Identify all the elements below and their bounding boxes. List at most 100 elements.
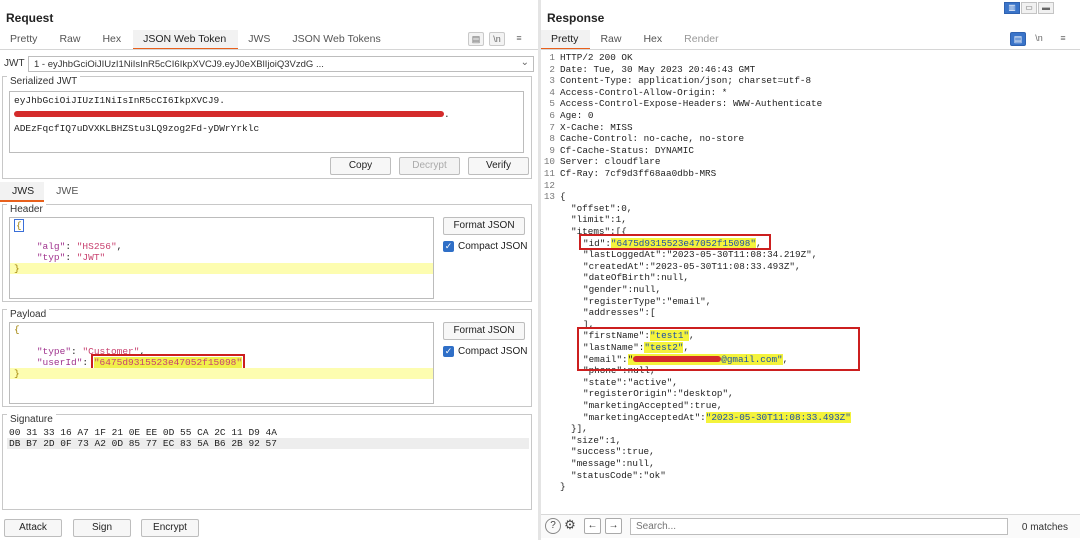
newline-icon[interactable]: \n	[1031, 32, 1047, 46]
horizontal-view-icon[interactable]: ▭	[1021, 2, 1037, 14]
json-line: "state":"active",	[583, 376, 678, 388]
back-arrow-icon[interactable]: ←	[584, 518, 601, 534]
pretty-print-icon[interactable]: ▤	[1010, 32, 1026, 46]
json-key-id: "id":	[583, 237, 611, 249]
header-panel: Header { "alg": "HS256", "typ": "JWT" } …	[2, 204, 532, 302]
sign-button[interactable]: Sign	[73, 519, 131, 537]
compact-json-label: Compact JSON	[458, 346, 528, 357]
jwt-select[interactable]: 1 - eyJhbGciOiJIUzI1NiIsInR5cCI6IkpXVCJ9…	[28, 56, 534, 72]
typ-value: "JWT"	[76, 252, 106, 263]
payload-compact-json-checkbox[interactable]: ✓ Compact JSON	[443, 346, 527, 357]
tab-raw[interactable]: Raw	[49, 30, 92, 50]
typ-key: "typ"	[36, 252, 66, 263]
response-header-line: X-Cache: MISS	[560, 121, 633, 133]
response-header-line: Access-Control-Expose-Headers: WWW-Authe…	[560, 98, 823, 110]
jwt-select-value: 1 - eyJhbGciOiJIUzI1NiIsInR5cCI6IkpXVCJ9…	[34, 59, 324, 70]
layout-icon[interactable]: ▤	[468, 32, 484, 46]
search-input[interactable]	[630, 518, 1008, 535]
response-header-line: Content-Type: application/json; charset=…	[560, 75, 812, 87]
menu-icon[interactable]: ≡	[1055, 32, 1071, 46]
gear-icon[interactable]: ⚙	[562, 518, 578, 534]
payload-editor[interactable]: { "type": "Customer", "userId": "6475d93…	[9, 322, 434, 404]
response-header-line: Cache-Control: no-cache, no-store	[560, 133, 745, 145]
signature-hex-view[interactable]: 00 31 33 16 A7 1F 21 0E EE 0D 55 CA 2C 1…	[7, 427, 529, 449]
response-tabs: Pretty Raw Hex Render	[541, 30, 731, 50]
json-line: "registerType":"email",	[583, 295, 712, 307]
signature-panel: Signature 00 31 33 16 A7 1F 21 0E EE 0D …	[2, 414, 532, 510]
json-brace: }	[560, 481, 566, 493]
tab-raw[interactable]: Raw	[590, 30, 633, 50]
response-title: Response	[547, 11, 605, 25]
json-line: "registerOrigin":"desktop",	[583, 388, 734, 400]
tab-jwe[interactable]: JWE	[44, 182, 88, 202]
serialized-jwt-legend: Serialized JWT	[7, 76, 81, 87]
json-line: "size":1,	[571, 434, 622, 446]
header-compact-json-checkbox[interactable]: ✓ Compact JSON	[443, 241, 527, 252]
alg-value: "HS256"	[76, 241, 117, 252]
json-line: "items":[{	[571, 226, 627, 237]
split-view-icon[interactable]: ▥	[1004, 2, 1020, 14]
decrypt-button[interactable]: Decrypt	[399, 157, 460, 175]
serialized-line-2-redacted: .	[14, 108, 519, 122]
header-editor[interactable]: { "alg": "HS256", "typ": "JWT" }	[9, 217, 434, 299]
tab-pretty[interactable]: Pretty	[0, 30, 49, 50]
help-icon[interactable]: ?	[545, 518, 561, 534]
single-view-icon[interactable]: ▬	[1038, 2, 1054, 14]
jws-jwe-tabs: JWS JWE	[0, 182, 88, 202]
json-line: "message":null,	[571, 458, 655, 469]
response-header-line: Cf-Ray: 7cf9d3ff68aa0dbb-MRS	[560, 168, 717, 179]
userid-key: "userId"	[36, 357, 83, 368]
json-line: }],	[571, 423, 588, 435]
json-value-firstname: "test1"	[649, 330, 690, 342]
match-count: 0 matches	[1021, 522, 1068, 533]
json-key-email: "email":	[583, 353, 628, 365]
payload-format-json-button[interactable]: Format JSON	[443, 322, 525, 340]
header-legend: Header	[7, 204, 46, 215]
tab-json-web-token[interactable]: JSON Web Token	[133, 30, 239, 50]
copy-button[interactable]: Copy	[330, 157, 391, 175]
compact-json-label: Compact JSON	[458, 241, 528, 252]
request-title: Request	[6, 11, 54, 25]
response-header-line: Access-Control-Allow-Origin: *	[560, 86, 728, 98]
serialized-jwt-panel: Serialized JWT eyJhbGciOiJIUzI1NiIsInR5c…	[2, 76, 532, 179]
request-pane: Request Pretty Raw Hex JSON Web Token JW…	[0, 0, 538, 540]
response-header-line: Server: cloudflare	[560, 156, 661, 168]
tab-hex[interactable]: Hex	[92, 30, 133, 50]
request-tabs: Pretty Raw Hex JSON Web Token JWS JSON W…	[0, 30, 393, 50]
tab-json-web-tokens[interactable]: JSON Web Tokens	[282, 30, 392, 50]
serialized-jwt-textarea[interactable]: eyJhbGciOiJIUzI1NiIsInR5cCI6IkpXVCJ9. . …	[9, 91, 524, 153]
type-key: "type"	[36, 346, 72, 357]
redaction-mark	[14, 111, 444, 118]
signature-legend: Signature	[7, 414, 56, 425]
tab-jws-detail[interactable]: JWS	[0, 182, 45, 202]
tab-hex[interactable]: Hex	[633, 30, 674, 50]
header-format-json-button[interactable]: Format JSON	[443, 217, 525, 235]
menu-icon[interactable]: ≡	[511, 32, 527, 46]
json-line: "dateOfBirth":null,	[583, 272, 690, 284]
json-line: "marketingAccepted":true,	[583, 400, 723, 411]
forward-arrow-icon[interactable]: →	[605, 518, 622, 534]
response-body[interactable]: 1 HTTP/2 200 OK 2 Date: Tue, 30 May 2023 2…	[541, 50, 1080, 512]
verify-button[interactable]: Verify	[468, 157, 529, 175]
json-line: "addresses":[	[583, 307, 656, 319]
tab-pretty[interactable]: Pretty	[541, 30, 591, 50]
json-value-email: @gmail.com"	[721, 353, 783, 365]
divider	[0, 49, 538, 50]
checkbox-checked-icon: ✓	[443, 346, 454, 357]
json-value-id: "6475d9315523e47052f15098"	[610, 237, 756, 249]
attack-button[interactable]: Attack	[4, 519, 62, 537]
search-bar: ? ⚙ ← → 0 matches	[541, 514, 1080, 538]
signature-row: 00 31 33 16 A7 1F 21 0E EE 0D 55 CA 2C 1…	[9, 427, 277, 438]
encrypt-button[interactable]: Encrypt	[141, 519, 199, 537]
tab-render[interactable]: Render	[674, 30, 730, 50]
jwt-label: JWT	[4, 58, 25, 69]
newline-icon[interactable]: \n	[489, 32, 505, 46]
chevron-down-icon: ⌄	[520, 57, 529, 68]
json-key-lastname: "lastName":	[583, 342, 645, 353]
view-layout-toggle: ▥ ▭ ▬	[1003, 2, 1054, 14]
json-value-lastname: "test2"	[644, 342, 684, 353]
redaction-mark	[633, 356, 722, 363]
json-line: "lastLoggedAt":"2023-05-30T11:08:34.219Z…	[583, 249, 818, 261]
tab-jws[interactable]: JWS	[238, 30, 282, 50]
signature-row: DB B7 2D 0F 73 A2 0D 85 77 EC 83 5A B6 2…	[7, 438, 529, 449]
